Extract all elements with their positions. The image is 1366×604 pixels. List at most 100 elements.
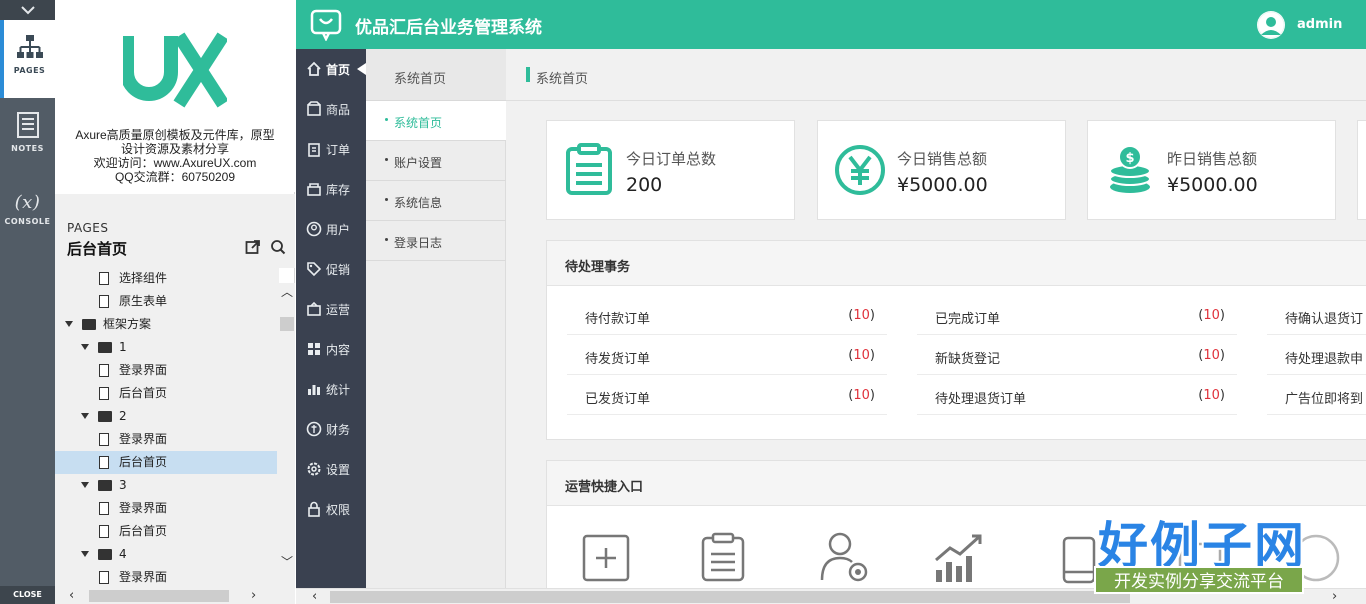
tree-page[interactable]: 登录界面	[55, 428, 277, 451]
pending-item[interactable]: 待发货订单 (10)	[567, 337, 887, 375]
tab-console[interactable]: (x) CONSOLE	[0, 176, 55, 254]
active-caret-icon	[357, 63, 366, 75]
nav-item[interactable]: 财务	[296, 409, 366, 449]
stat-value: 200	[626, 174, 663, 196]
stat-card: 今日销售总额 ¥5000.00	[817, 120, 1066, 220]
tree-folder[interactable]: 3	[55, 474, 277, 497]
nav-item[interactable]: 用户	[296, 209, 366, 249]
expand-arrow-icon[interactable]	[81, 551, 89, 557]
clipboard-icon[interactable]	[698, 530, 754, 586]
trend-chart-icon[interactable]	[932, 530, 988, 586]
pending-item[interactable]: 待处理退款申	[1267, 337, 1366, 375]
app-title: 优品汇后台业务管理系统	[355, 18, 542, 38]
nav-item[interactable]: 商品	[296, 89, 366, 129]
tree-label: 后台首页	[119, 524, 168, 538]
nav-item[interactable]: 促销	[296, 249, 366, 289]
scroll-down-icon[interactable]: ﹀	[281, 553, 293, 570]
page-icon	[99, 295, 109, 308]
scroll-thumb[interactable]	[89, 590, 229, 602]
expand-arrow-icon[interactable]	[81, 482, 89, 488]
pending-item-label: 已发货订单	[585, 392, 651, 407]
tree-page[interactable]: 登录界面	[55, 359, 277, 382]
tab-notes[interactable]: NOTES	[0, 98, 55, 176]
scroll-left-icon[interactable]: ‹	[69, 588, 74, 604]
tree-page[interactable]: 后台首页	[55, 451, 277, 474]
tree-label: 4	[119, 547, 127, 561]
nav-item[interactable]: 订单	[296, 129, 366, 169]
scroll-up-icon[interactable]: ︿	[281, 283, 293, 300]
nav-item[interactable]: 首页	[296, 49, 366, 89]
tree-page[interactable]: 原生表单	[55, 290, 277, 313]
sub-nav-item[interactable]: 系统信息	[366, 181, 506, 221]
brand-line: 设计资源及素材分享	[120, 142, 229, 156]
nav-item[interactable]: 运营	[296, 289, 366, 329]
sub-nav-item[interactable]: 登录日志	[366, 221, 506, 261]
svg-text:$: $	[1125, 151, 1134, 166]
pending-item-count: (10)	[1198, 308, 1225, 323]
avatar[interactable]	[1257, 11, 1285, 39]
add-icon[interactable]	[580, 530, 636, 586]
nav-item[interactable]: 设置	[296, 449, 366, 489]
count-value: 10	[853, 388, 870, 403]
box-icon	[307, 101, 321, 116]
brand-line: Axure高质量原创模板及元件库，原型	[75, 128, 275, 142]
pending-item[interactable]: 新缺货登记 (10)	[917, 337, 1237, 375]
pending-item[interactable]: 待处理退货订单 (10)	[917, 377, 1237, 415]
scroll-left-icon[interactable]: ‹	[312, 589, 317, 604]
bullet-icon	[385, 198, 388, 201]
tree-label: 选择组件	[119, 271, 168, 285]
pending-item[interactable]: 待确认退货订	[1267, 297, 1366, 335]
nav-item[interactable]: 内容	[296, 329, 366, 369]
nav-item-label: 商品	[326, 103, 351, 117]
bullet-icon	[385, 118, 388, 121]
operation-icon	[307, 301, 321, 316]
pending-item-count: (10)	[848, 348, 875, 363]
tree-page[interactable]: 登录界面	[55, 497, 277, 520]
axure-sidebar: PAGES NOTES (x) CONSOLE CLOSE	[0, 0, 55, 604]
tree-page[interactable]: 后台首页	[55, 382, 277, 405]
folder-icon	[98, 480, 112, 491]
close-button[interactable]: CLOSE	[0, 586, 55, 604]
stat-card-partial	[1357, 120, 1366, 220]
collapse-chevron-icon[interactable]	[0, 0, 55, 20]
page-icon	[99, 272, 109, 285]
nav-item[interactable]: 统计	[296, 369, 366, 409]
scroll-thumb[interactable]	[280, 317, 294, 331]
pending-item[interactable]: 已发货订单 (10)	[567, 377, 887, 415]
nav-item[interactable]: 权限	[296, 489, 366, 529]
tree-folder[interactable]: 4	[55, 543, 277, 566]
breadcrumb: 系统首页	[506, 49, 1366, 101]
expand-arrow-icon[interactable]	[65, 321, 73, 327]
tree-page[interactable]: 后台首页	[55, 520, 277, 543]
pending-item[interactable]: 广告位即将到	[1267, 377, 1366, 415]
stat-value: ¥5000.00	[1167, 174, 1258, 196]
tree-folder[interactable]: 1	[55, 336, 277, 359]
tree-label: 登录界面	[119, 570, 168, 584]
tree-page[interactable]: 选择组件	[55, 268, 277, 290]
sub-nav-item-label: 登录日志	[394, 236, 443, 250]
expand-arrow-icon[interactable]	[81, 413, 89, 419]
scroll-thumb[interactable]	[330, 591, 1130, 603]
tree-vertical-scrollbar[interactable]: ︿ ﹀	[279, 283, 295, 590]
sub-nav-item[interactable]: 系统首页	[366, 101, 506, 141]
tree-horizontal-scrollbar[interactable]: ‹ ›	[55, 588, 295, 604]
user-gear-icon[interactable]	[818, 530, 874, 586]
user-icon	[306, 221, 322, 237]
tab-pages[interactable]: PAGES	[0, 20, 55, 98]
sub-nav-item[interactable]: 账户设置	[366, 141, 506, 181]
tree-folder[interactable]: 框架方案	[55, 313, 277, 336]
lock-icon	[308, 501, 320, 517]
scroll-right-icon[interactable]: ›	[251, 588, 256, 604]
tree-page[interactable]: 登录界面	[55, 566, 277, 589]
expand-arrow-icon[interactable]	[81, 344, 89, 350]
username[interactable]: admin	[1297, 17, 1342, 32]
search-page-icon[interactable]	[270, 239, 286, 255]
pending-item[interactable]: 待付款订单 (10)	[567, 297, 887, 335]
export-icon[interactable]	[245, 239, 261, 255]
nav-item[interactable]: 库存	[296, 169, 366, 209]
nav-item-label: 统计	[326, 383, 351, 397]
pending-title: 待处理事务	[565, 260, 631, 275]
tree-folder[interactable]: 2	[55, 405, 277, 428]
clipboard-icon	[308, 143, 320, 157]
pending-item[interactable]: 已完成订单 (10)	[917, 297, 1237, 335]
